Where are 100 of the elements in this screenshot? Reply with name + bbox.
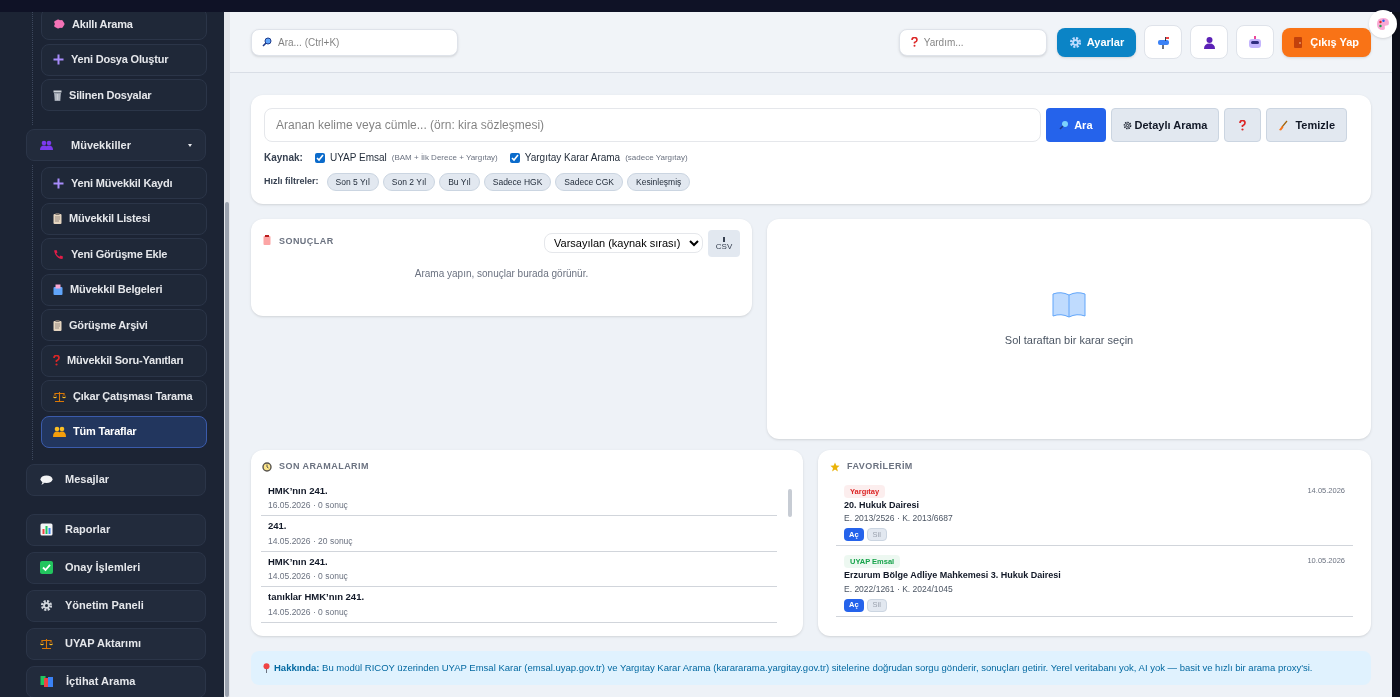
settings-button[interactable]: Ayarlar bbox=[1056, 27, 1137, 57]
magnifier-icon bbox=[1059, 120, 1070, 130]
sidebar-item[interactable]: Raporlar bbox=[26, 513, 206, 546]
people-icon bbox=[40, 140, 53, 150]
sidebar-item[interactable]: Onay İşlemleri bbox=[26, 551, 206, 584]
door-icon bbox=[1294, 36, 1303, 48]
scales-icon bbox=[40, 638, 53, 649]
question-icon bbox=[1239, 119, 1247, 131]
source-checkbox[interactable] bbox=[314, 152, 325, 163]
sidebar-item[interactable]: Müvekkil Soru-Yanıtları bbox=[41, 344, 207, 377]
sidebar-item[interactable]: Müvekkil Belgeleri bbox=[41, 273, 207, 306]
star-icon bbox=[830, 461, 840, 472]
gear-icon bbox=[40, 599, 53, 612]
assistant-button[interactable] bbox=[1236, 25, 1275, 59]
court-name: Erzurum Bölge Adliye Mahkemesi 3. Hukuk Dairesi bbox=[844, 569, 1062, 583]
filter-chip[interactable]: Son 2 Yıl bbox=[382, 173, 436, 191]
sidebar-item[interactable]: Yönetim Paneli bbox=[26, 589, 206, 622]
case-numbers: E. 2022/1261 · K. 2024/1045 bbox=[844, 582, 954, 596]
phone-icon bbox=[53, 248, 64, 260]
source-label: Yargıtay Karar Arama bbox=[524, 151, 621, 165]
gear-icon bbox=[1068, 35, 1082, 49]
favorites-title: FAVORİLERİM bbox=[847, 460, 913, 473]
sidebar-item[interactable]: Müvekkiller bbox=[26, 129, 206, 161]
court-name: 20. Hukuk Dairesi bbox=[844, 498, 921, 512]
clipboard-icon bbox=[263, 235, 271, 245]
filter-chip[interactable]: Son 5 Yıl bbox=[326, 173, 379, 191]
filter-chip[interactable]: Bu Yıl bbox=[439, 173, 480, 191]
scrollbar[interactable] bbox=[224, 12, 230, 697]
results-title: SONUÇLAR bbox=[279, 235, 334, 248]
help-button[interactable] bbox=[1224, 108, 1262, 142]
pin-icon bbox=[263, 663, 270, 673]
filter-chip[interactable]: Sadece HGK bbox=[483, 173, 552, 191]
filter-chip[interactable]: Kesinleşmiş bbox=[627, 173, 691, 191]
csv-button[interactable]: CSV bbox=[708, 230, 740, 257]
sidebar-item[interactable]: Yeni Dosya Oluştur bbox=[41, 43, 207, 76]
bar-chart-icon bbox=[40, 523, 53, 536]
search-meta: 14.05.2026 · 0 sonuç bbox=[268, 570, 349, 583]
source-label: Kaynak: bbox=[264, 151, 303, 165]
sidebar-item[interactable]: Yeni Görüşme Ekle bbox=[41, 238, 207, 270]
query-field[interactable]: Aranan kelime veya cümle... (örn: kira sözleşmesi) bbox=[264, 108, 1042, 142]
books-icon bbox=[40, 675, 54, 688]
plus-icon bbox=[53, 54, 64, 65]
mailbox-button[interactable] bbox=[1144, 25, 1183, 59]
people-icon bbox=[53, 426, 66, 437]
sidebar-item[interactable]: Çıkar Çatışması Tarama bbox=[41, 380, 207, 412]
question-icon bbox=[53, 355, 60, 366]
sidebar-item[interactable]: Tüm Taraflar bbox=[41, 415, 207, 448]
info-text: Hakkında: Bu modül RICOY üzerinden UYAP Emsal Karar (emsal.uyap.gov.tr) ve Yargıtay Karar Arama (karararama.yargitay.gov.tr) sitelerine doğrudan sorgu gönderir, sonuçları getirir. Yerel veritabanı yok, AI yok — basit ve hızlı bir arama proxy'si. bbox=[274, 660, 1313, 675]
empty-message: Arama yapın, sonuçlar burada görünür. bbox=[413, 267, 590, 281]
sidebar-item[interactable]: UYAP Aktarımı bbox=[26, 627, 206, 660]
sort-dropdown[interactable]: Varsayılan (kaynak sırası) bbox=[544, 233, 703, 253]
checkbox-icon bbox=[40, 561, 53, 574]
sidebar-item[interactable]: Görüşme Arşivi bbox=[41, 309, 207, 341]
clipboard-icon bbox=[53, 319, 62, 331]
search-field[interactable]: Ara... (Ctrl+K) bbox=[251, 28, 458, 56]
speech-bubble-icon bbox=[40, 474, 53, 485]
sidebar-item[interactable]: Yeni Müvekkil Kaydı bbox=[41, 167, 207, 199]
user-icon bbox=[1202, 35, 1216, 49]
sidebar-item[interactable]: Mesajlar bbox=[26, 463, 206, 496]
quick-filters-label: Hızlı filtreler: bbox=[264, 175, 319, 189]
empty-message: Sol taraftan bir karar seçin bbox=[1004, 332, 1134, 348]
sidebar-item[interactable]: Müvekkil Listesi bbox=[41, 202, 207, 235]
clipboard-icon bbox=[53, 213, 62, 224]
search-button[interactable]: Ara bbox=[1046, 108, 1106, 142]
palette-icon bbox=[1376, 17, 1390, 31]
search-meta: 16.05.2026 · 0 sonuç bbox=[268, 499, 349, 512]
advanced-search-button[interactable]: Detaylı Arama bbox=[1110, 108, 1220, 142]
question-icon bbox=[910, 36, 918, 47]
gear-icon bbox=[1122, 120, 1132, 130]
search-meta: 14.05.2026 · 0 sonuç bbox=[268, 605, 349, 619]
recent-searches-title: SON ARAMALARIM bbox=[279, 460, 369, 473]
robot-icon bbox=[1248, 35, 1263, 49]
filter-chip[interactable]: Sadece CGK bbox=[555, 173, 623, 191]
recent-search-item[interactable]: 241. 14.05.2026 · 20 sonuç bbox=[261, 516, 777, 552]
recent-search-item[interactable]: HMK’nın 241. 14.05.2026 · 0 sonuç bbox=[261, 551, 777, 587]
sidebar-item[interactable]: Akıllı Arama bbox=[41, 12, 207, 40]
search-query: 241. bbox=[268, 519, 288, 534]
caret-icon bbox=[188, 143, 192, 147]
source-note: (BAM + İlk Derece + Yargıtay) bbox=[391, 151, 498, 164]
plus-icon bbox=[53, 177, 64, 189]
broom-icon bbox=[1278, 119, 1289, 131]
magnifier-icon bbox=[262, 36, 272, 47]
source-label: UYAP Emsal bbox=[329, 151, 387, 165]
scales-icon bbox=[53, 390, 66, 402]
recent-search-item[interactable]: HMK’nın 241. 16.05.2026 · 0 sonuç bbox=[261, 480, 777, 516]
source-checkbox[interactable] bbox=[509, 152, 520, 163]
search-query: HMK’nın 241. bbox=[268, 483, 329, 498]
search-meta: 14.05.2026 · 20 sonuç bbox=[268, 534, 354, 548]
sidebar-item[interactable]: Silinen Dosyalar bbox=[41, 79, 207, 111]
clock-icon bbox=[262, 461, 272, 472]
search-query: HMK’nın 241. bbox=[268, 554, 329, 569]
profile-button[interactable] bbox=[1190, 25, 1229, 59]
clear-button[interactable]: Temizle bbox=[1266, 108, 1347, 142]
case-numbers: E. 2013/2526 · K. 2013/6687 bbox=[844, 512, 954, 525]
book-icon bbox=[1051, 289, 1087, 318]
sidebar-item[interactable]: İçtihat Arama bbox=[26, 665, 206, 697]
help-field[interactable]: Yardım... bbox=[898, 28, 1047, 56]
trash-icon bbox=[53, 89, 62, 101]
mailbox-icon bbox=[1156, 35, 1170, 49]
recent-search-item[interactable]: tanıklar HMK’nın 241. 14.05.2026 · 0 sonuç bbox=[261, 587, 777, 623]
